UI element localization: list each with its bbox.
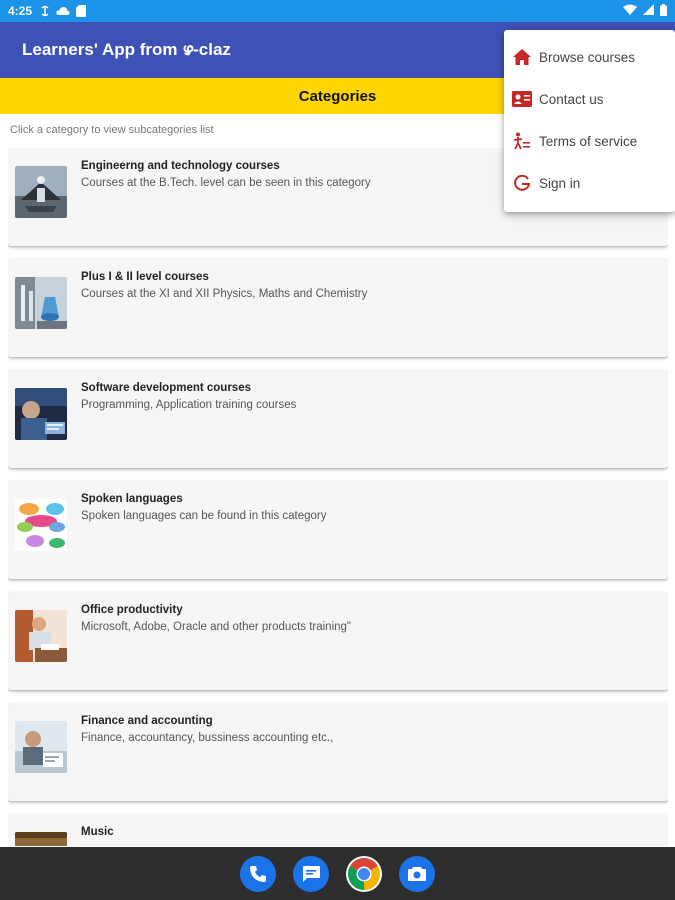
category-description: Spoken languages can be found in this ca…	[81, 510, 327, 522]
finance-thumbnail	[15, 721, 67, 773]
menu-item-label: Terms of service	[539, 133, 638, 149]
category-list[interactable]: Engineerng and technology courses Course…	[8, 148, 668, 846]
google-icon	[511, 174, 533, 192]
camera-icon[interactable]	[399, 855, 435, 892]
category-description: Finance, accountancy, bussiness accounti…	[81, 732, 334, 744]
software-thumbnail	[15, 388, 67, 440]
category-card-finance[interactable]: Finance and accounting Finance, accounta…	[8, 703, 668, 801]
navigation-bar	[0, 847, 675, 900]
speech-bubbles-thumbnail	[15, 499, 67, 551]
engineering-thumbnail	[15, 166, 67, 218]
home-icon	[511, 48, 533, 66]
app-title: Learners' App from ഴ-claz	[22, 40, 231, 59]
category-card-spoken-languages[interactable]: Spoken languages Spoken languages can be…	[8, 481, 668, 579]
cloud-icon	[56, 6, 70, 16]
menu-item-label: Contact us	[539, 91, 604, 107]
menu-item-terms-of-service[interactable]: Terms of service	[504, 120, 675, 162]
category-title: Music	[81, 826, 114, 838]
categories-title: Categories	[298, 87, 377, 105]
category-title: Finance and accounting	[81, 715, 213, 727]
category-card-software[interactable]: Software development courses Programming…	[8, 370, 668, 468]
battery-icon	[660, 3, 667, 19]
menu-item-label: Browse courses	[539, 49, 636, 65]
phone-icon[interactable]	[240, 855, 276, 892]
category-card-plus-level[interactable]: Plus I & II level courses Courses at the…	[8, 259, 668, 357]
menu-item-label: Sign in	[539, 175, 581, 191]
music-thumbnail	[15, 832, 67, 846]
wifi-icon	[623, 4, 637, 18]
chrome-icon[interactable]	[346, 855, 382, 892]
sd-card-icon	[76, 5, 87, 17]
signal-icon	[643, 4, 654, 18]
menu-item-contact-us[interactable]: Contact us	[504, 78, 675, 120]
category-title: Spoken languages	[81, 493, 183, 505]
category-card-office-productivity[interactable]: Office productivity Microsoft, Adobe, Or…	[8, 592, 668, 690]
category-title: Software development courses	[81, 382, 251, 394]
overflow-menu: Browse courses Contact us Terms of servi…	[504, 30, 675, 212]
contact-card-icon	[511, 90, 533, 108]
lab-thumbnail	[15, 277, 67, 329]
category-description: Courses at the XI and XII Physics, Maths…	[81, 288, 368, 300]
menu-item-sign-in[interactable]: Sign in	[504, 162, 675, 204]
data-saver-icon	[40, 5, 50, 17]
category-description: Microsoft, Adobe, Oracle and other produ…	[81, 621, 352, 633]
category-title: Plus I & II level courses	[81, 271, 209, 283]
status-time: 4:25	[8, 4, 33, 18]
category-card-music[interactable]: Music	[8, 814, 668, 846]
menu-item-browse-courses[interactable]: Browse courses	[504, 36, 675, 78]
category-description: Courses at the B.Tech. level can be seen…	[81, 177, 371, 189]
messages-icon[interactable]	[293, 855, 329, 892]
category-description: Programming, Application training course…	[81, 399, 297, 411]
hint-text: Click a category to view subcategories l…	[10, 124, 214, 136]
category-title: Engineerng and technology courses	[81, 160, 280, 172]
category-title: Office productivity	[81, 604, 183, 616]
office-thumbnail	[15, 610, 67, 662]
terms-icon	[511, 132, 533, 150]
status-bar: 4:25	[0, 0, 675, 22]
